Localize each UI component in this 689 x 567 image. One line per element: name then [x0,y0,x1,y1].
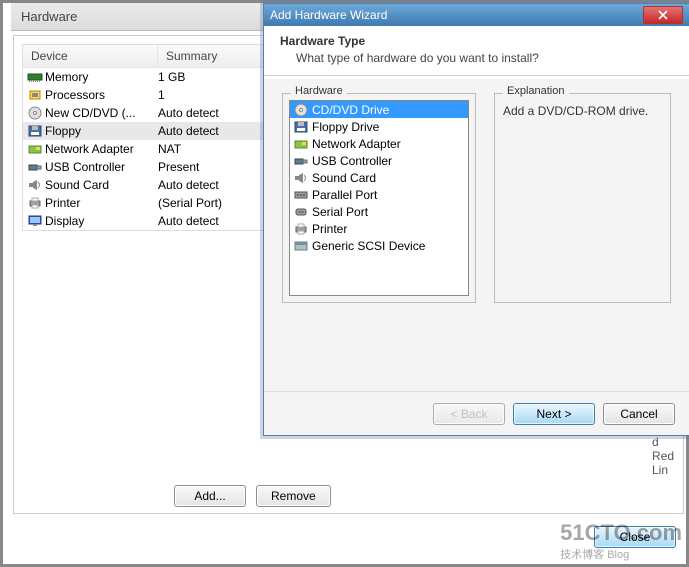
printer-icon [27,196,43,210]
device-name: USB Controller [45,160,158,174]
hardware-type-item[interactable]: Network Adapter [290,135,468,152]
device-summary: NAT [158,142,181,156]
sound-icon [27,178,43,192]
hardware-type-label: USB Controller [312,154,392,168]
wizard-footer: < Back Next > Cancel [264,391,689,435]
explanation-group: Explanation Add a DVD/CD-ROM drive. [494,93,671,303]
device-name: Display [45,214,158,228]
cancel-button[interactable]: Cancel [603,403,675,425]
device-summary: 1 GB [158,70,185,84]
device-name: Printer [45,196,158,210]
watermark: 51CTO.com 技术博客 Blog [560,520,682,562]
hardware-type-item[interactable]: Generic SCSI Device [290,237,468,254]
hardware-type-item[interactable]: Floppy Drive [290,118,468,135]
serial-icon [293,205,309,219]
device-name: Network Adapter [45,142,158,156]
device-summary: Auto detect [158,106,219,120]
device-summary: Auto detect [158,214,219,228]
parallel-icon [293,188,309,202]
back-button: < Back [433,403,505,425]
add-hardware-wizard: Add Hardware Wizard Hardware Type What t… [263,3,689,436]
cpu-icon [27,88,43,102]
device-summary: Auto detect [158,178,219,192]
hardware-type-item[interactable]: USB Controller [290,152,468,169]
hardware-type-label: Serial Port [312,205,368,219]
nic-icon [293,137,309,151]
hardware-list[interactable]: CD/DVD Drive Floppy Drive Network Adapter U… [289,100,469,296]
hardware-group-label: Hardware [291,85,347,97]
device-summary: Present [158,160,199,174]
hardware-type-label: Printer [312,222,347,236]
printer-icon [293,222,309,236]
obscured-panel-fragment: d Red Lin [652,435,680,477]
device-name: Processors [45,88,158,102]
device-summary: (Serial Port) [158,196,222,210]
hardware-type-label: Generic SCSI Device [312,239,425,253]
hardware-type-item[interactable]: Serial Port [290,203,468,220]
device-name: New CD/DVD (... [45,106,158,120]
wizard-title: Add Hardware Wizard [270,8,387,22]
hardware-type-label: Parallel Port [312,188,377,202]
close-icon [658,10,668,20]
hardware-type-item[interactable]: Parallel Port [290,186,468,203]
hardware-type-label: Floppy Drive [312,120,379,134]
wizard-body: Hardware CD/DVD Drive Floppy Drive Network… [264,79,689,391]
hardware-type-label: Network Adapter [312,137,401,151]
cd-icon [293,103,309,117]
tab-link[interactable] [125,10,128,24]
hardware-group: Hardware CD/DVD DriveFloppy DriveNetwork… [282,93,476,303]
nic-icon [27,142,43,156]
window-close-button[interactable] [643,6,683,24]
cd-icon [27,106,43,120]
wizard-header-subtitle: What type of hardware do you want to ins… [296,51,673,65]
display-icon [27,214,43,228]
memory-icon [27,70,43,84]
hardware-type-item[interactable]: CD/DVD Drive [290,101,468,118]
device-name: Memory [45,70,158,84]
usb-icon [293,154,309,168]
hardware-type-label: Sound Card [312,171,376,185]
floppy-icon [27,124,43,138]
hardware-title: Hardware [21,9,77,24]
floppy-icon [293,120,309,134]
device-name: Floppy [45,124,158,138]
wizard-titlebar[interactable]: Add Hardware Wizard [264,4,689,26]
device-summary: Auto detect [158,124,219,138]
add-button[interactable]: Add... [174,485,246,507]
hardware-type-label: CD/DVD Drive [312,103,389,117]
remove-button[interactable]: Remove [256,485,331,507]
explanation-group-label: Explanation [503,85,569,97]
col-device[interactable]: Device [23,45,158,67]
next-button[interactable]: Next > [513,403,595,425]
usb-icon [27,160,43,174]
device-name: Sound Card [45,178,158,192]
tab-link[interactable] [105,10,108,24]
sound-icon [293,171,309,185]
hardware-type-item[interactable]: Printer [290,220,468,237]
scsi-icon [293,239,309,253]
device-summary: 1 [158,88,165,102]
wizard-header-title: Hardware Type [280,34,673,48]
explanation-text: Add a DVD/CD-ROM drive. [501,100,664,122]
wizard-header: Hardware Type What type of hardware do y… [264,26,689,76]
hardware-type-item[interactable]: Sound Card [290,169,468,186]
